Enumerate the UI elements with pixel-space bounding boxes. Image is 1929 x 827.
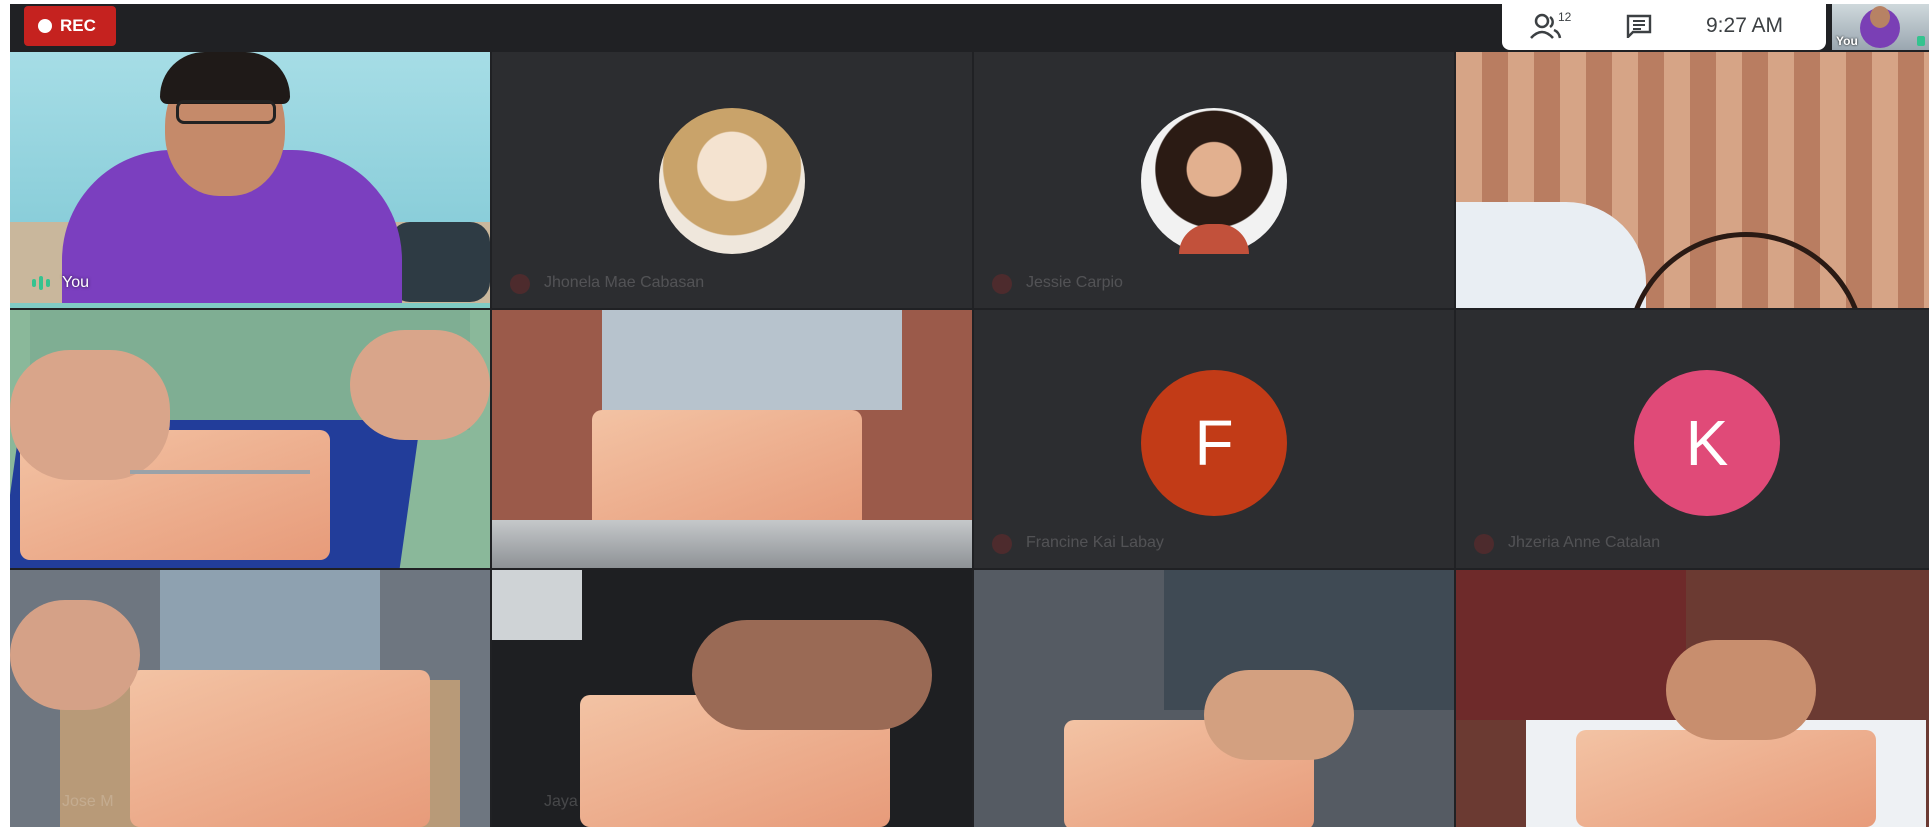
laptop	[492, 520, 972, 568]
recording-badge: REC	[24, 6, 116, 46]
muted-mic-icon	[992, 274, 1012, 294]
participant-tile-2[interactable]: Jhonela Mae Cabasan	[492, 52, 972, 308]
participant-count: 12	[1558, 10, 1572, 24]
initial-letter: F	[1194, 407, 1234, 479]
participant-tile-5[interactable]	[10, 310, 490, 568]
participant-name: Jaya	[544, 793, 578, 810]
forceps	[130, 470, 310, 474]
participant-name: Jhonela Mae Cabasan	[544, 274, 705, 291]
suture-pad	[130, 670, 430, 827]
muted-mic-icon	[510, 274, 530, 294]
glasses	[176, 100, 276, 124]
participant-name: Jessie Carpio	[1026, 274, 1123, 291]
muted-mic-icon	[992, 534, 1012, 554]
participant-tile-you[interactable]: You	[10, 52, 490, 308]
active-speaker-border	[10, 303, 490, 308]
wall-patch	[492, 570, 582, 640]
person-shirt	[602, 310, 902, 410]
participant-name: Francine Kai Labay	[1026, 534, 1164, 551]
participant-tile-8[interactable]: K Jhzeria Anne Catalan	[1456, 310, 1929, 568]
recording-label: REC	[60, 16, 96, 35]
participant-tile-6[interactable]	[492, 310, 972, 568]
participant-name: Jhzeria Anne Catalan	[1508, 534, 1661, 551]
participant-tile-10[interactable]: Jaya	[492, 570, 972, 827]
hand	[1204, 670, 1354, 760]
chat-icon[interactable]	[1626, 14, 1652, 38]
participant-initial-avatar: K	[1634, 370, 1780, 516]
self-preview-thumbnail[interactable]: You	[1832, 4, 1929, 50]
person-shirt	[1456, 570, 1686, 720]
self-preview-head	[1870, 6, 1890, 28]
self-preview-label: You	[1836, 34, 1858, 48]
participant-tile-7[interactable]: F Francine Kai Labay	[974, 310, 1454, 568]
participant-tile-3[interactable]: Jessie Carpio	[974, 52, 1454, 308]
hand	[1666, 640, 1816, 740]
arm-left	[10, 600, 140, 710]
muted-mic-icon	[1474, 534, 1494, 554]
left-hand	[10, 350, 170, 480]
meeting-stage: REC You Jhonela Mae Cabasan Jessie Carpi…	[10, 4, 1929, 827]
record-dot-icon	[38, 19, 52, 33]
participant-tile-12[interactable]	[1456, 570, 1929, 827]
meeting-info-bar: 12 9:27 AM	[1502, 4, 1826, 50]
suture-pad	[592, 410, 862, 530]
participant-photo	[659, 108, 805, 254]
participant-name: You	[62, 274, 89, 291]
initial-letter: K	[1685, 407, 1729, 479]
participant-initial-avatar: F	[1141, 370, 1287, 516]
right-hand	[350, 330, 490, 440]
suture-pad	[1576, 730, 1876, 827]
fan-outline	[1626, 232, 1866, 308]
hand	[692, 620, 932, 730]
mic-active-icon	[1917, 36, 1925, 46]
participant-name: Jose M	[62, 793, 114, 810]
speaking-indicator-icon	[28, 272, 54, 294]
participant-tile-9[interactable]: Jose M	[10, 570, 490, 827]
clock-time: 9:27 AM	[1706, 14, 1784, 37]
participant-tile-4[interactable]	[1456, 52, 1929, 308]
person-shirt	[160, 570, 380, 670]
person-hair	[160, 52, 290, 104]
participant-tile-11[interactable]	[974, 570, 1454, 827]
chair	[390, 222, 490, 302]
person-shirt	[1456, 202, 1646, 308]
